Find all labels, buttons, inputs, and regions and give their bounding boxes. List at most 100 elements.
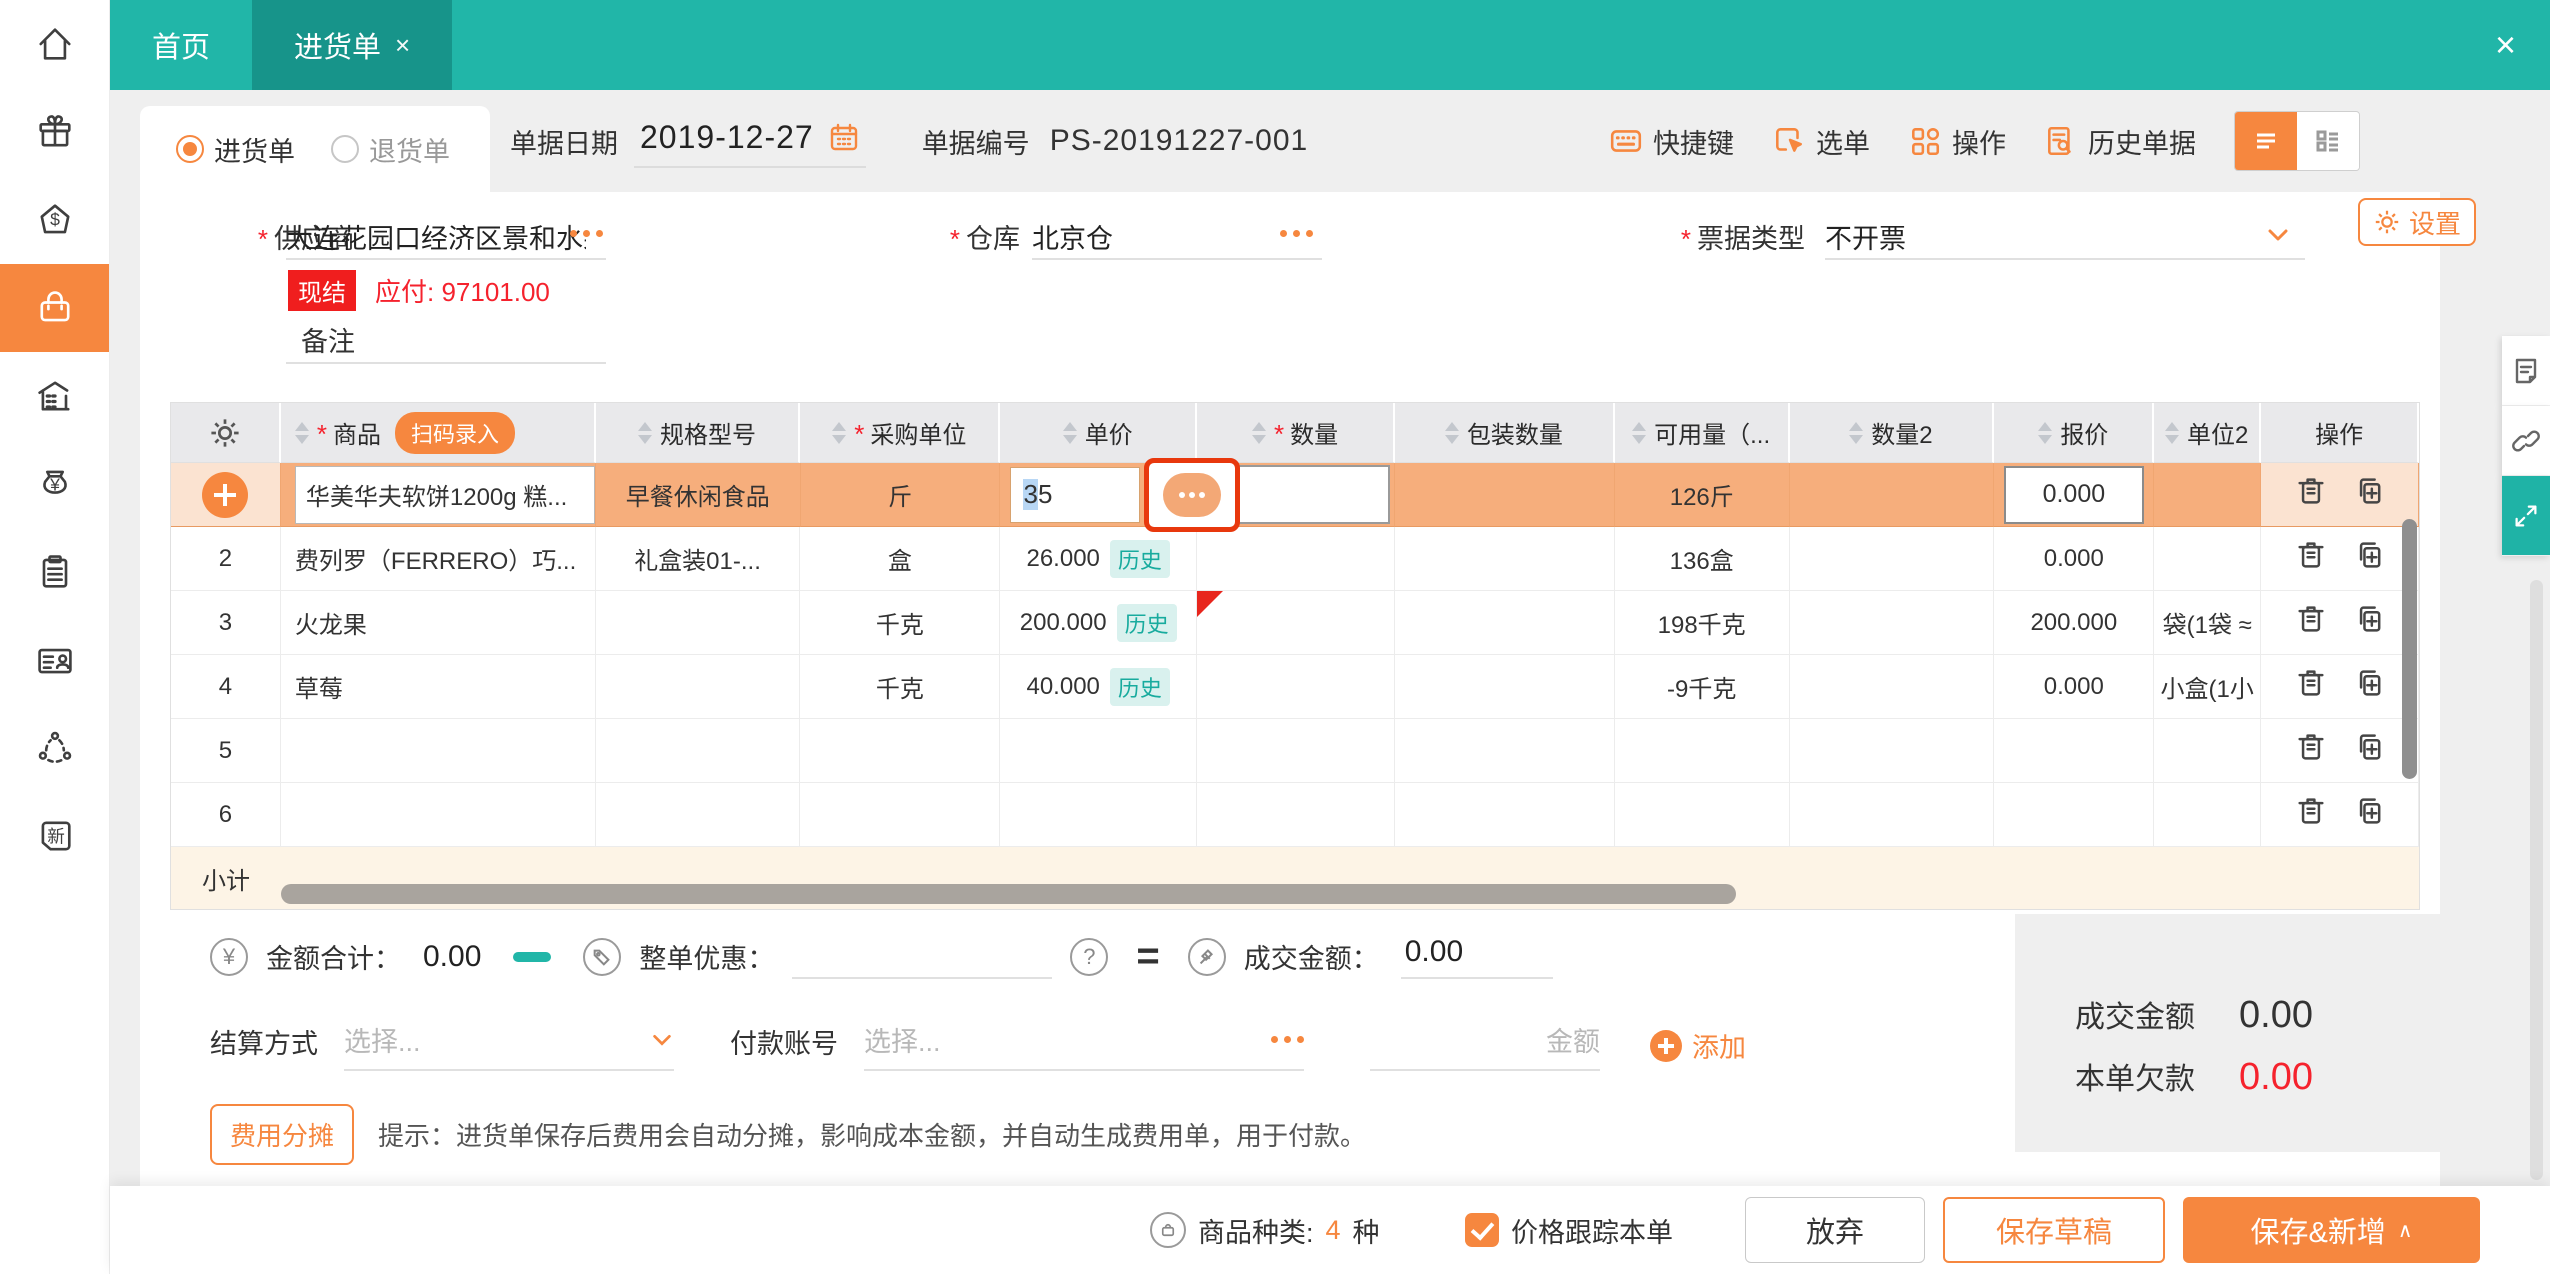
qty-cell[interactable]	[1197, 783, 1395, 847]
pack-qty-cell[interactable]	[1394, 719, 1615, 783]
unit-cell[interactable]	[800, 783, 1001, 847]
header-available[interactable]: 可用量（...	[1614, 403, 1790, 463]
unit2-cell[interactable]	[2154, 719, 2262, 783]
radio-return[interactable]: 退货单	[331, 130, 450, 169]
unit-cell[interactable]: 斤	[800, 463, 1001, 527]
unit2-cell[interactable]	[2154, 527, 2262, 591]
history-badge[interactable]: 历史	[1109, 667, 1170, 706]
quote-cell[interactable]	[1994, 783, 2155, 847]
unit2-cell[interactable]: 袋(1袋 ≈	[2154, 591, 2262, 655]
unit-cell[interactable]: 千克	[800, 655, 1001, 719]
hotkeys-button[interactable]: 快捷键	[1609, 122, 1734, 161]
unit2-cell[interactable]: 小盒(1小	[2154, 655, 2262, 719]
unit2-cell[interactable]	[2154, 783, 2262, 847]
spec-cell[interactable]: 礼盒装01-...	[595, 527, 801, 591]
pack-qty-cell[interactable]	[1394, 591, 1615, 655]
pick-order-button[interactable]: 选单	[1772, 122, 1870, 161]
settle-method-select[interactable]: 选择...	[344, 1020, 674, 1071]
column-settings-cell[interactable]	[171, 403, 281, 463]
header-spec[interactable]: 规格型号	[595, 403, 801, 463]
delete-row-button[interactable]	[2295, 602, 2327, 643]
remark-input[interactable]	[286, 362, 606, 364]
copy-row-button[interactable]	[2353, 666, 2385, 707]
card-view-button[interactable]	[2297, 112, 2359, 170]
product-cell[interactable]: 火龙果	[280, 591, 596, 655]
pack-qty-cell[interactable]	[1395, 463, 1615, 527]
product-cell[interactable]: 费列罗（FERRERO）巧...	[280, 527, 596, 591]
qty2-cell[interactable]	[1789, 655, 1995, 719]
price-track-option[interactable]: 价格跟踪本单	[1465, 1186, 1673, 1274]
unit2-cell[interactable]	[2154, 463, 2262, 527]
table-horizontal-scrollbar[interactable]	[281, 884, 1736, 904]
quote-input[interactable]: 0.000	[2003, 465, 2144, 524]
qty2-cell[interactable]	[1789, 591, 1995, 655]
supplier-value[interactable]: 大连花园口经济区景和水果种植基地	[286, 217, 586, 256]
sidebar-item-sales[interactable]: $	[0, 176, 109, 264]
spec-cell[interactable]	[595, 655, 801, 719]
sidebar-item-orders[interactable]	[0, 528, 109, 616]
copy-row-button[interactable]	[2353, 474, 2385, 515]
history-badge[interactable]: 历史	[1109, 539, 1170, 578]
more-options-icon[interactable]	[1163, 473, 1222, 517]
product-cell[interactable]	[280, 719, 596, 783]
unit-cell[interactable]	[800, 719, 1001, 783]
add-row-icon[interactable]	[202, 471, 249, 518]
delete-row-button[interactable]	[2295, 730, 2327, 771]
close-window-icon[interactable]: ×	[2495, 0, 2516, 90]
pay-account-select[interactable]: 选择...	[864, 1020, 1304, 1071]
account-picker-icon[interactable]	[1271, 1036, 1304, 1043]
pay-amount-input[interactable]: 金额	[1370, 1020, 1600, 1071]
fullscreen-button[interactable]	[2502, 476, 2550, 556]
help-icon[interactable]: ?	[1070, 937, 1109, 976]
sidebar-item-contacts[interactable]	[0, 616, 109, 704]
quote-cell[interactable]: 0.000	[1994, 655, 2155, 719]
copy-row-button[interactable]	[2353, 730, 2385, 771]
pack-qty-cell[interactable]	[1394, 527, 1615, 591]
save-and-new-button[interactable]: 保存&新增 ∧	[2183, 1197, 2480, 1263]
delete-row-button[interactable]	[2295, 794, 2327, 835]
copy-row-button[interactable]	[2353, 602, 2385, 643]
pack-qty-cell[interactable]	[1394, 655, 1615, 719]
qty2-cell[interactable]	[1789, 463, 1995, 527]
qty2-cell[interactable]	[1789, 527, 1995, 591]
discard-button[interactable]: 放弃	[1745, 1197, 1925, 1263]
price-cell[interactable]: 40.000 历史	[1000, 655, 1198, 719]
delete-row-button[interactable]	[2295, 666, 2327, 707]
sidebar-item-gift[interactable]	[0, 88, 109, 176]
price-cell[interactable]: 26.000 历史	[1000, 527, 1198, 591]
header-unit2[interactable]: 单位2	[2154, 403, 2262, 463]
order-discount-input[interactable]	[792, 935, 1053, 979]
header-qty2[interactable]: 数量2	[1789, 403, 1995, 463]
add-payment-button[interactable]: 添加	[1650, 1026, 1746, 1071]
chevron-down-icon[interactable]	[2265, 222, 2291, 248]
delete-row-button[interactable]	[2295, 538, 2327, 579]
copy-row-button[interactable]	[2353, 794, 2385, 835]
copy-row-button[interactable]	[2353, 538, 2385, 579]
warehouse-picker-icon[interactable]	[1280, 230, 1313, 237]
qty2-cell[interactable]	[1789, 783, 1995, 847]
checkbox-checked-icon[interactable]	[1465, 1213, 1499, 1247]
radio-purchase[interactable]: 进货单	[176, 130, 295, 169]
qty2-cell[interactable]	[1789, 719, 1995, 783]
scan-entry-button[interactable]: 扫码录入	[395, 411, 516, 454]
operations-button[interactable]: 操作	[1908, 122, 2006, 161]
delete-row-button[interactable]	[2295, 474, 2327, 515]
save-draft-button[interactable]: 保存草稿	[1943, 1197, 2165, 1263]
spec-cell[interactable]: 早餐休闲食品	[595, 463, 801, 527]
price-cell[interactable]: 200.000 历史	[1000, 591, 1198, 655]
sidebar-item-warehouse[interactable]	[0, 352, 109, 440]
header-price[interactable]: 单价	[1000, 403, 1198, 463]
product-cell[interactable]	[280, 783, 596, 847]
product-input[interactable]: 华美华夫软饼1200g 糕...	[294, 465, 595, 524]
spec-cell[interactable]	[595, 783, 801, 847]
warehouse-value[interactable]: 北京仓	[1032, 217, 1272, 256]
sidebar-item-purchase[interactable]	[0, 264, 109, 352]
price-input[interactable]: 35	[1010, 466, 1141, 523]
page-scrollbar[interactable]	[2530, 580, 2543, 1180]
note-panel-button[interactable]	[2502, 336, 2550, 406]
header-qty[interactable]: 数量	[1197, 403, 1395, 463]
qty-cell[interactable]	[1197, 591, 1395, 655]
price-cell[interactable]: 35	[1000, 458, 1241, 532]
history-badge[interactable]: 历史	[1116, 603, 1177, 642]
header-product[interactable]: 商品 扫码录入	[280, 403, 596, 463]
